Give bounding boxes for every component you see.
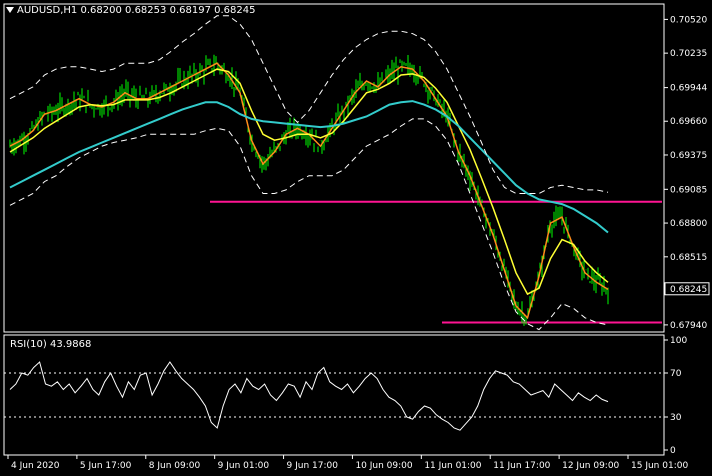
- y-tick-label: 0.67940: [670, 321, 707, 331]
- x-tick-label: 12 Jun 09:00: [562, 461, 619, 471]
- low-price: 0.68197: [169, 5, 211, 16]
- x-tick-label: 15 Jun 01:00: [631, 461, 688, 471]
- x-tick-label: 11 Jun 01:00: [424, 461, 481, 471]
- rsi-panel: [4, 361, 664, 431]
- y-tick-label: 0.69660: [670, 117, 707, 127]
- slow-ma-line: [9, 68, 609, 296]
- y-tick-label: 0.68515: [670, 253, 707, 263]
- rsi-tick-label: 0: [670, 446, 676, 456]
- rsi-tick-label: 30: [670, 413, 682, 423]
- close-price: 0.68245: [214, 5, 256, 16]
- x-tick-label: 9 Jun 17:00: [287, 461, 339, 471]
- fast-ma-line: [9, 62, 609, 320]
- chart-header: AUDUSD,H1 0.68200 0.68253 0.68197 0.6824…: [6, 5, 255, 16]
- y-tick-label: 0.69375: [670, 151, 707, 161]
- high-price: 0.68253: [125, 5, 167, 16]
- x-tick-label: 9 Jun 01:00: [218, 461, 270, 471]
- lower-band-line: [9, 118, 609, 331]
- y-tick-label: 0.70520: [670, 15, 707, 25]
- y-tick-label: 0.69944: [670, 84, 707, 94]
- rsi-header: RSI(10) 43.9868: [10, 339, 91, 350]
- x-tick-label: 5 Jun 17:00: [80, 461, 132, 471]
- main-panel-border: [3, 3, 665, 333]
- rsi-label: RSI(10): [10, 339, 47, 350]
- open-price: 0.68200: [80, 5, 122, 16]
- candles: [9, 54, 609, 326]
- long-ma-line: [9, 100, 609, 234]
- support-lines: [210, 200, 662, 324]
- symbol-label: AUDUSD,H1: [17, 5, 78, 16]
- rsi-tick-label: 70: [670, 369, 682, 379]
- y-tick-label: 0.68800: [670, 219, 707, 229]
- price-chart[interactable]: 0.70520 0.70235 0.69944 0.69660 0.69375 0.690…: [0, 0, 712, 472]
- x-tick-label: 4 Jun 2020: [11, 461, 60, 471]
- x-tick-label: 10 Jun 09:00: [355, 461, 412, 471]
- y-tick-label: 0.68245: [670, 285, 707, 295]
- time-axis: 4 Jun 2020 5 Jun 17:00 8 Jun 09:00 9 Jun 01…: [7, 455, 688, 471]
- rsi-line: [9, 361, 609, 431]
- x-tick-label: 11 Jun 17:00: [493, 461, 550, 471]
- y-tick-label: 0.70235: [670, 49, 707, 59]
- rsi-tick-label: 100: [670, 336, 687, 346]
- chart-window[interactable]: 0.70520 0.70235 0.69944 0.69660 0.69375 0.690…: [0, 0, 712, 472]
- dropdown-triangle-icon[interactable]: [6, 7, 14, 13]
- rsi-value: 43.9868: [49, 339, 92, 350]
- upper-band-line: [9, 15, 609, 194]
- rsi-panel-border: [3, 334, 665, 456]
- x-tick-label: 8 Jun 09:00: [149, 461, 201, 471]
- y-tick-label: 0.69085: [670, 185, 707, 195]
- price-axis: 0.70520 0.70235 0.69944 0.69660 0.69375 0.690…: [664, 15, 710, 456]
- indicator-lines: [9, 15, 609, 331]
